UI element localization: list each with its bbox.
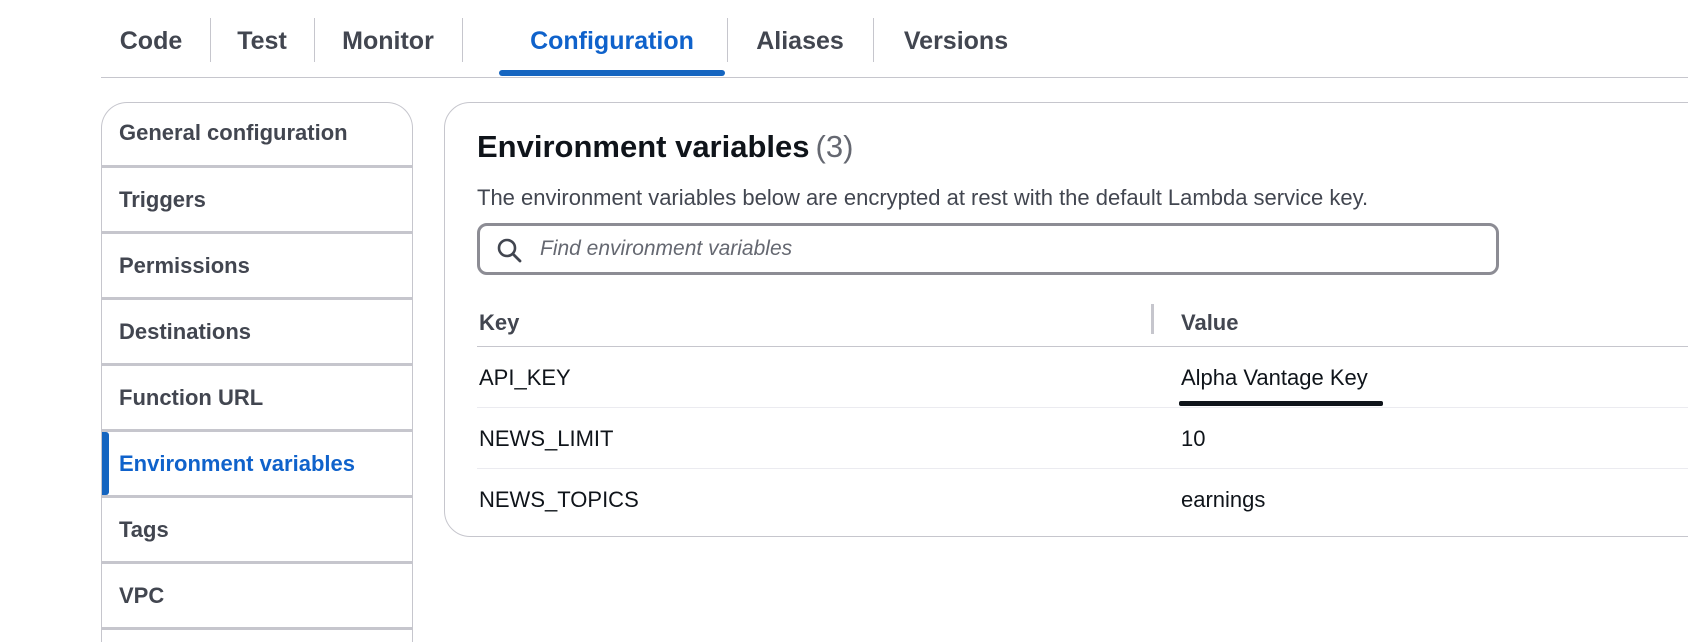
search-input[interactable] [538, 232, 1478, 266]
variable-count: (3) [815, 129, 854, 164]
search-field[interactable] [477, 223, 1499, 275]
variable-value: earnings [1181, 487, 1266, 512]
panel-description: The environment variables below are encr… [477, 185, 1369, 210]
tab-monitor[interactable]: Monitor [315, 18, 461, 78]
configuration-side-nav: General configuration Triggers Permissio… [101, 102, 413, 642]
panel-title-text: Environment variables [477, 129, 810, 164]
column-header-value[interactable]: Value [1181, 310, 1238, 336]
variable-key: API_KEY [479, 365, 571, 390]
table-header-row: Key Value [477, 298, 1688, 347]
sidebar-item-function-url[interactable]: Function URL [102, 366, 412, 432]
sidebar-item-environment-variables[interactable]: Environment variables [102, 432, 412, 498]
variable-value: Alpha Vantage Key [1181, 365, 1368, 390]
tab-configuration[interactable]: Configuration [499, 18, 725, 78]
variable-key: NEWS_TOPICS [479, 487, 639, 512]
column-resize-handle[interactable] [1151, 304, 1154, 334]
sidebar-item-destinations[interactable]: Destinations [102, 300, 412, 366]
environment-variables-panel: Environment variables (3) The environment… [444, 102, 1688, 537]
tab-versions[interactable]: Versions [874, 18, 1038, 78]
variable-value: 10 [1181, 426, 1206, 451]
tab-divider [462, 18, 463, 62]
table-row: API_KEY Alpha Vantage Key [477, 347, 1688, 408]
table-row: NEWS_LIMIT 10 [477, 408, 1688, 469]
tab-aliases[interactable]: Aliases [728, 18, 872, 78]
table-row: NEWS_TOPICS earnings [477, 469, 1688, 530]
sidebar-item-vpc[interactable]: VPC [102, 564, 412, 630]
sidebar-item-general-configuration[interactable]: General configuration [102, 103, 412, 168]
sidebar-item-tags[interactable]: Tags [102, 498, 412, 564]
tab-test[interactable]: Test [211, 18, 313, 78]
search-icon [497, 238, 522, 263]
sidebar-item-permissions[interactable]: Permissions [102, 234, 412, 300]
tab-code[interactable]: Code [101, 18, 201, 78]
sidebar-item-triggers[interactable]: Triggers [102, 168, 412, 234]
variable-key: NEWS_LIMIT [479, 426, 614, 451]
column-header-key[interactable]: Key [479, 310, 519, 336]
value-focus-underline [1179, 401, 1383, 406]
environment-variables-table: Key Value API_KEY Alpha Vantage Key NEWS… [477, 298, 1688, 530]
panel-title: Environment variables (3) [477, 129, 853, 165]
tab-bar: Code Test Monitor Configuration Aliases … [101, 0, 1688, 78]
